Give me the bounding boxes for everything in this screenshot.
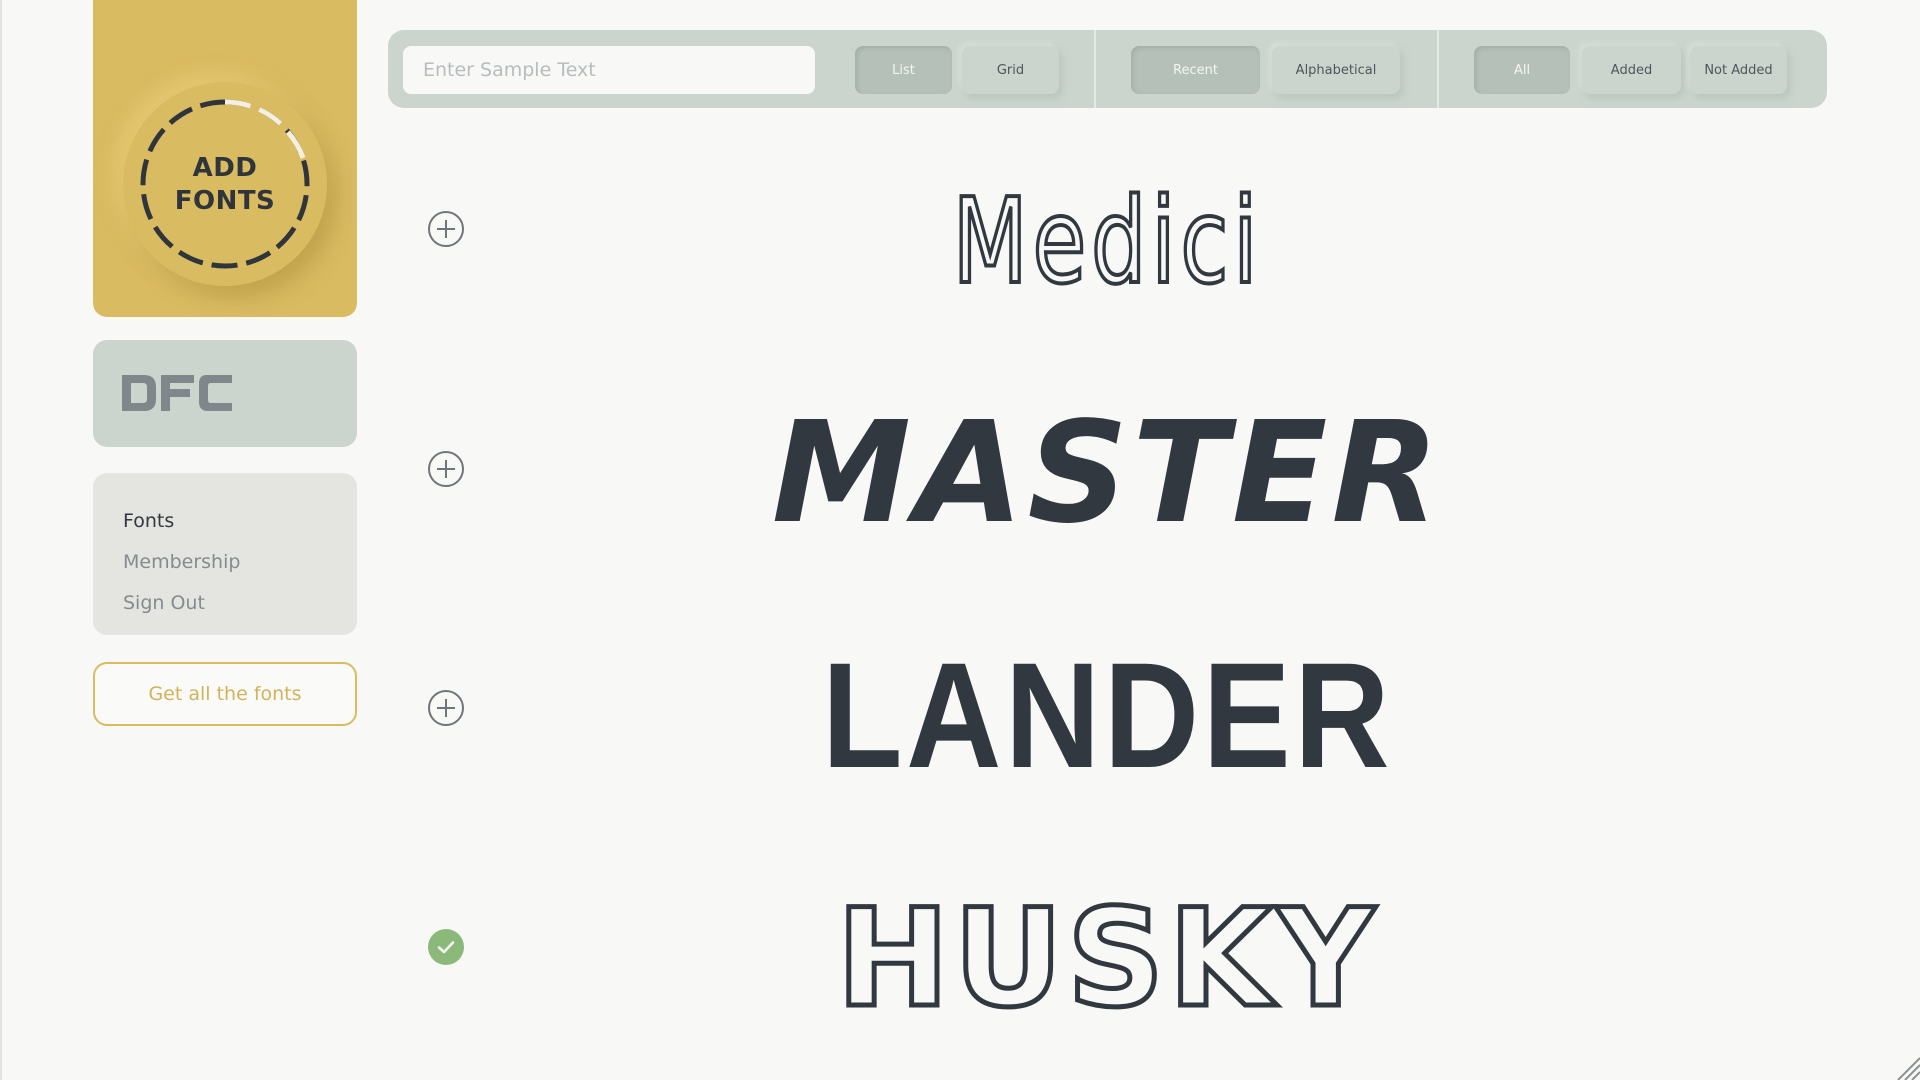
- sidebar-item-membership[interactable]: Membership: [123, 542, 357, 583]
- toolbar-divider: [1437, 30, 1439, 108]
- sort-recent-button[interactable]: Recent: [1131, 46, 1260, 94]
- font-row-medici: Medici: [388, 150, 1827, 330]
- font-row-lander: LANDER: [388, 629, 1827, 809]
- toolbar-divider: [1094, 30, 1096, 108]
- resize-handle-icon[interactable]: [1890, 1050, 1920, 1080]
- font-preview-medici: Medici: [951, 170, 1263, 312]
- dfc-logo: [122, 375, 232, 411]
- sidebar-item-sign-out[interactable]: Sign Out: [123, 583, 357, 624]
- sidebar-item-fonts[interactable]: Fonts: [123, 501, 357, 542]
- view-list-button[interactable]: List: [855, 46, 952, 94]
- plus-circle-icon[interactable]: [427, 689, 465, 727]
- toolbar: List Grid Recent Alphabetical All Added …: [388, 30, 1827, 108]
- get-all-fonts-button[interactable]: Get all the fonts: [93, 662, 357, 726]
- add-label-line1: ADD: [192, 153, 258, 183]
- font-preview-master: MASTER: [771, 392, 1444, 555]
- add-fonts-card: ADD FONTS: [93, 0, 357, 317]
- font-row-husky: HUSKY: [388, 868, 1827, 1048]
- plus-circle-icon[interactable]: [427, 210, 465, 248]
- add-label-line2: FONTS: [174, 186, 276, 216]
- add-fonts-button[interactable]: ADD FONTS: [123, 82, 327, 286]
- sidebar-nav: Fonts Membership Sign Out: [93, 473, 357, 635]
- font-row-master: MASTER: [388, 390, 1827, 570]
- logo-card[interactable]: DFC: [93, 340, 357, 447]
- sort-alphabetical-button[interactable]: Alphabetical: [1272, 46, 1400, 94]
- font-preview-husky: HUSKY: [834, 878, 1379, 1040]
- font-preview-lander: LANDER: [821, 631, 1394, 799]
- view-grid-button[interactable]: Grid: [962, 46, 1059, 94]
- filter-added-button[interactable]: Added: [1582, 46, 1681, 94]
- sample-text-input[interactable]: [403, 46, 815, 94]
- filter-not-added-button[interactable]: Not Added: [1690, 46, 1787, 94]
- add-fonts-label: ADD FONTS: [123, 152, 327, 218]
- filter-all-button[interactable]: All: [1474, 46, 1570, 94]
